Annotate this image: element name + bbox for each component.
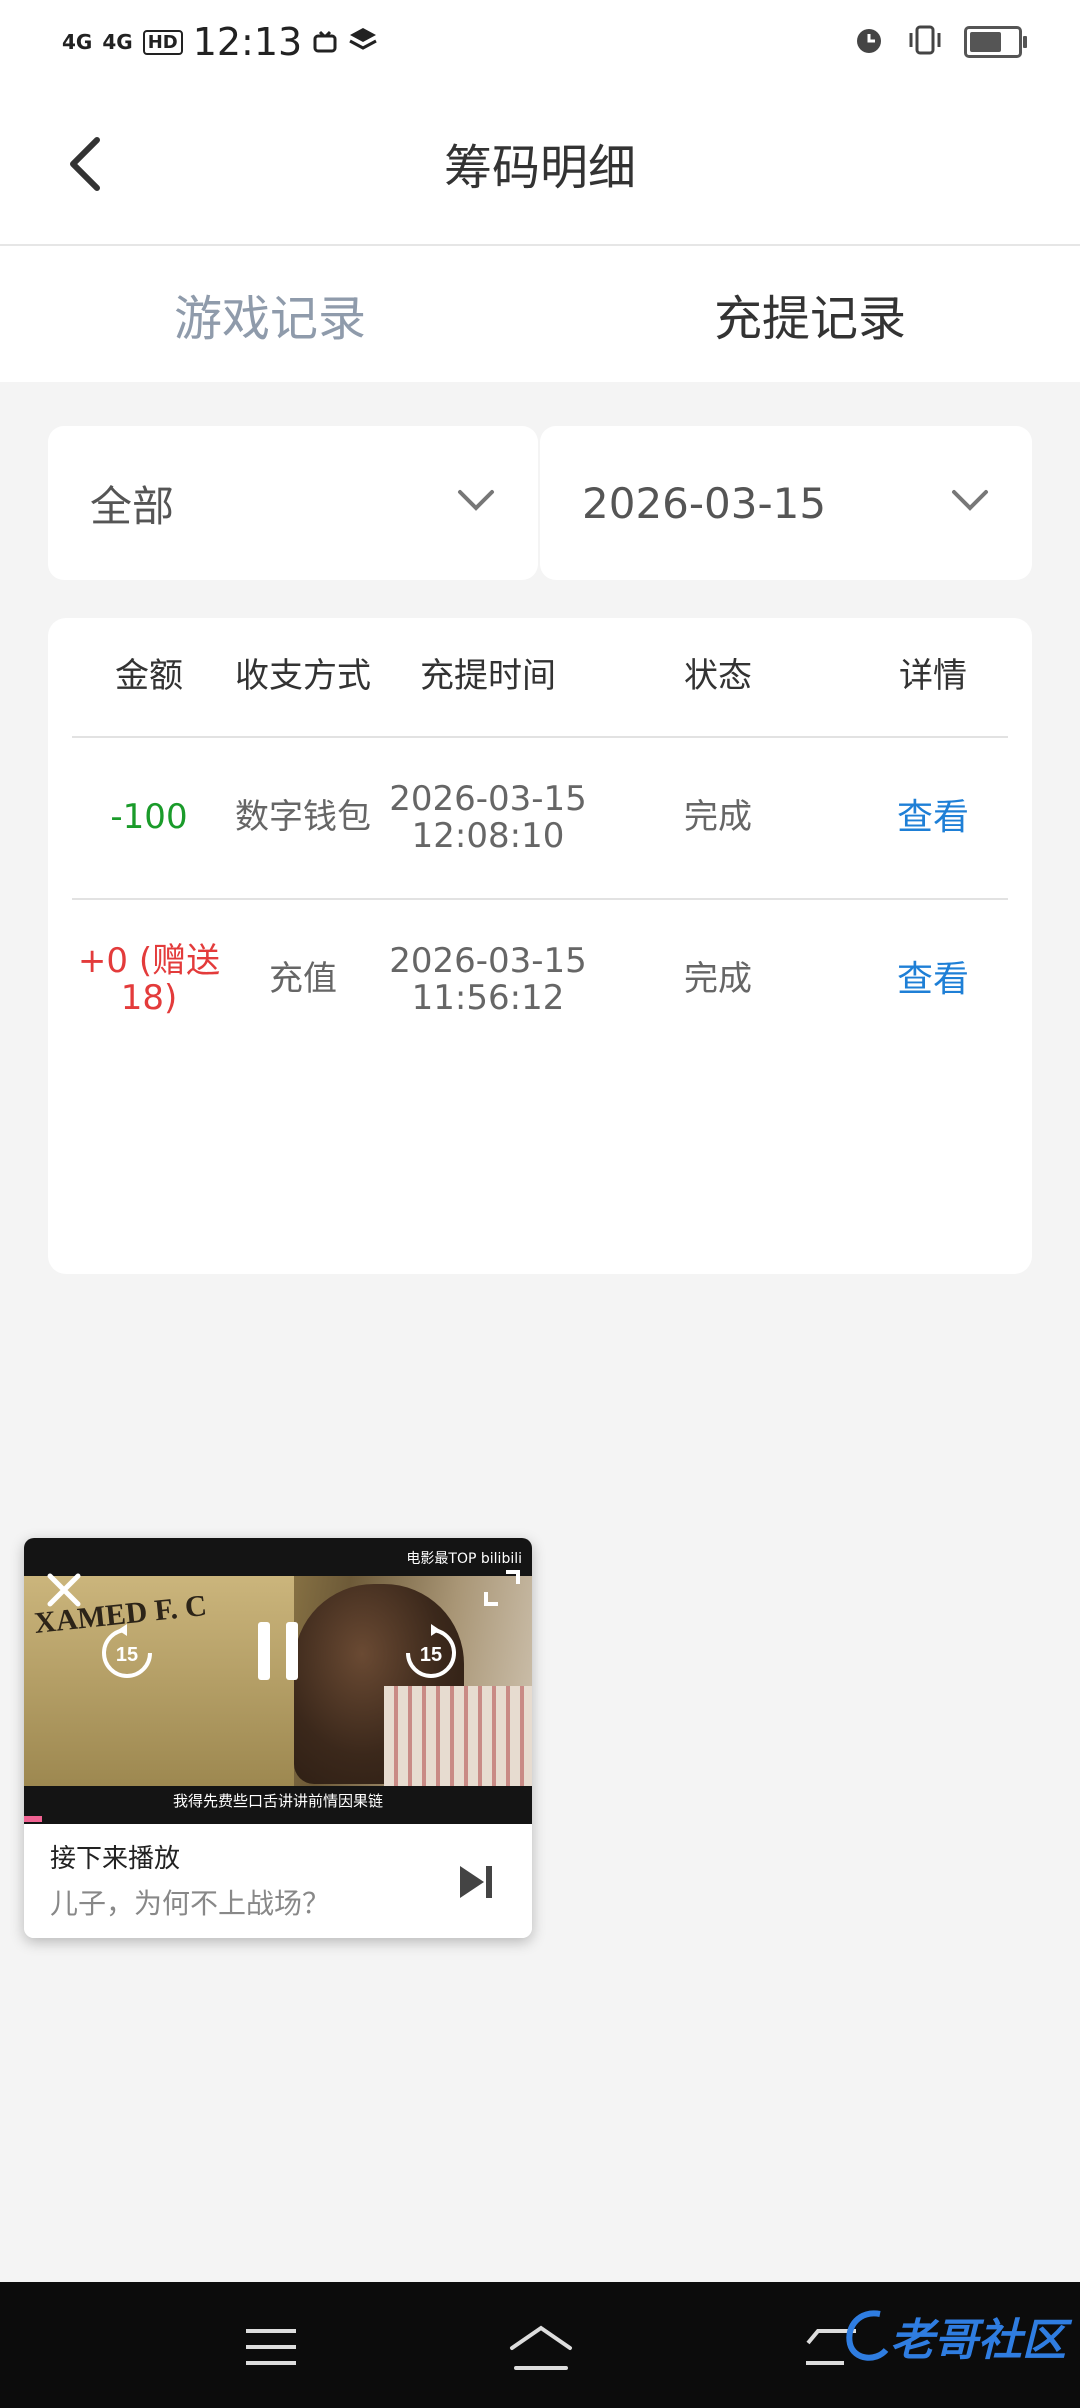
column-header-amount: 金额 bbox=[115, 656, 183, 697]
chevron-down-icon bbox=[952, 490, 988, 511]
tv-icon bbox=[312, 20, 338, 64]
video-shirt bbox=[384, 1686, 532, 1786]
vibrate-icon bbox=[906, 23, 944, 61]
status-time: 12:13 bbox=[192, 20, 303, 64]
pip-video-area[interactable]: XAMED F. C 电影最TOP bilibili 15 15 我得先费些口舌… bbox=[24, 1538, 532, 1824]
date-text: 2026-03-15 bbox=[389, 778, 587, 819]
system-nav-bar: 老哥社区 bbox=[0, 2282, 1080, 2408]
type-filter-dropdown[interactable]: 全部 bbox=[48, 426, 538, 580]
amount-cell: -100 bbox=[110, 797, 188, 838]
home-icon bbox=[510, 2325, 572, 2370]
method-cell: 充值 bbox=[269, 959, 337, 1000]
up-next-title[interactable]: 儿子，为何不上战场？ bbox=[50, 1882, 420, 1922]
pause-button[interactable] bbox=[250, 1618, 306, 1688]
tab-deposit-withdraw-records[interactable]: 充提记录 bbox=[540, 246, 1080, 382]
menu-icon bbox=[246, 2329, 296, 2365]
date-filter-dropdown[interactable]: 2026-03-15 bbox=[540, 426, 1032, 580]
rewind-15-button[interactable]: 15 bbox=[96, 1622, 158, 1688]
column-header-method: 收支方式 bbox=[235, 656, 371, 697]
video-channel-label: 电影最TOP bilibili bbox=[406, 1551, 522, 1567]
cellular-signal-icon-2: 4G bbox=[102, 30, 133, 54]
pause-icon bbox=[258, 1622, 298, 1680]
app-header: 筹码明细 bbox=[0, 84, 1080, 246]
view-detail-link[interactable]: 查看 bbox=[858, 900, 1008, 1060]
column-header-time: 充提时间 bbox=[420, 656, 556, 697]
video-progress-bar[interactable] bbox=[24, 1816, 42, 1822]
watermark-logo: 老哥社区 bbox=[840, 2304, 1066, 2368]
forward-15-button[interactable]: 15 bbox=[400, 1622, 462, 1688]
layers-icon bbox=[348, 20, 378, 64]
video-subtitle: 我得先费些口舌讲讲前情因果链 bbox=[172, 1792, 383, 1810]
time-cell: 2026-03-15 11:56:12 bbox=[380, 900, 596, 1060]
up-next-label: 接下来播放 bbox=[50, 1844, 181, 1874]
type-filter-value: 全部 bbox=[90, 481, 175, 531]
date-filter-value: 2026-03-15 bbox=[582, 478, 827, 528]
page-title: 筹码明细 bbox=[443, 140, 636, 196]
battery-icon bbox=[964, 26, 1027, 58]
tab-bar: 游戏记录 充提记录 bbox=[0, 246, 1080, 382]
up-next-panel: 接下来播放 儿子，为何不上战场？ bbox=[24, 1824, 532, 1938]
pip-close-button[interactable] bbox=[42, 1568, 86, 1612]
home-nav-button[interactable] bbox=[506, 2312, 576, 2382]
time-text: 11:56:12 bbox=[411, 978, 565, 1018]
time-text: 12:08:10 bbox=[411, 816, 565, 856]
column-header-detail: 详情 bbox=[899, 656, 967, 697]
svg-text:15: 15 bbox=[116, 1644, 138, 1666]
column-header-status: 状态 bbox=[684, 656, 752, 697]
rewind-15-icon: 15 bbox=[102, 1624, 152, 1678]
status-cell: 完成 bbox=[684, 959, 752, 1000]
alarm-icon bbox=[852, 23, 886, 61]
close-icon bbox=[47, 1573, 81, 1607]
chevron-down-icon bbox=[458, 490, 494, 511]
method-cell: 数字钱包 bbox=[235, 797, 371, 838]
watermark-text: 老哥社区 bbox=[890, 2315, 1066, 2366]
forward-15-icon: 15 bbox=[406, 1624, 456, 1678]
pip-fullscreen-button[interactable] bbox=[482, 1568, 522, 1608]
play-next-button[interactable] bbox=[456, 1862, 496, 1906]
status-cell: 完成 bbox=[684, 797, 752, 838]
amount-line: +0 (赠送 bbox=[77, 940, 221, 981]
svg-text:15: 15 bbox=[420, 1644, 442, 1666]
dragon-logo-icon bbox=[846, 2310, 889, 2361]
hd-voice-icon: HD bbox=[142, 29, 183, 55]
date-text: 2026-03-15 bbox=[389, 940, 587, 981]
records-table: 金额 收支方式 充提时间 状态 详情 -100 数字钱包 2026-03-15 … bbox=[48, 618, 1032, 1274]
status-bar: 4G 4G HD 12:13 bbox=[0, 0, 1080, 84]
tab-game-records[interactable]: 游戏记录 bbox=[0, 246, 540, 382]
cellular-signal-icon: 4G bbox=[62, 30, 93, 54]
fullscreen-icon bbox=[484, 1570, 520, 1606]
table-row: +0 (赠送 18) 充值 2026-03-15 11:56:12 完成 查看 bbox=[72, 900, 1008, 1060]
pip-video-player[interactable]: XAMED F. C 电影最TOP bilibili 15 15 我得先费些口舌… bbox=[24, 1538, 532, 1938]
menu-nav-button[interactable] bbox=[236, 2312, 306, 2382]
time-cell: 2026-03-15 12:08:10 bbox=[380, 738, 596, 898]
table-row: -100 数字钱包 2026-03-15 12:08:10 完成 查看 bbox=[72, 738, 1008, 900]
amount-cell: +0 (赠送 18) bbox=[72, 900, 226, 1060]
skip-next-icon bbox=[460, 1866, 492, 1898]
amount-line: 18) bbox=[120, 978, 178, 1018]
table-header: 金额 收支方式 充提时间 状态 详情 bbox=[72, 618, 1008, 738]
view-detail-link[interactable]: 查看 bbox=[858, 738, 1008, 898]
